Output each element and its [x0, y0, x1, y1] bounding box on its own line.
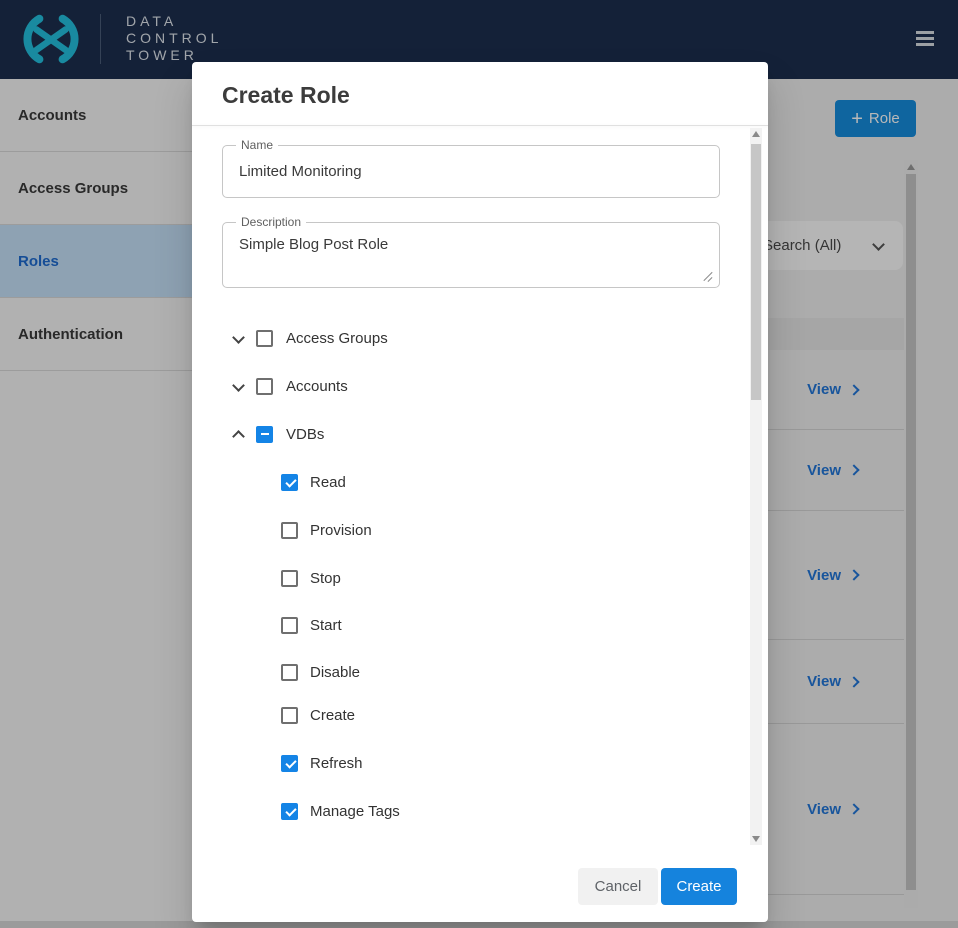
dialog-footer: Cancel Create — [192, 868, 768, 922]
tree-item-create[interactable]: Create — [281, 703, 355, 727]
accounts-checkbox[interactable] — [256, 378, 273, 395]
tree-item-start[interactable]: Start — [281, 613, 342, 637]
disable-checkbox[interactable] — [281, 664, 298, 681]
description-field-label: Description — [236, 215, 306, 229]
provision-checkbox[interactable] — [281, 522, 298, 539]
tree-item-vdbs[interactable]: VDBs — [234, 422, 324, 446]
create-button[interactable]: Create — [661, 868, 737, 905]
name-field-value: Limited Monitoring — [239, 163, 362, 180]
tree-item-label: Accounts — [286, 378, 348, 395]
start-checkbox[interactable] — [281, 617, 298, 634]
expand-chevron-down-icon[interactable] — [232, 379, 245, 392]
name-field-label: Name — [236, 138, 278, 152]
description-field[interactable]: Description Simple Blog Post Role — [222, 222, 720, 288]
vdbs-checkbox[interactable] — [256, 426, 273, 443]
dialog-scrollbar[interactable] — [750, 128, 762, 845]
tree-item-label: Disable — [310, 664, 360, 681]
create-checkbox[interactable] — [281, 707, 298, 724]
dialog-scrollbar-thumb[interactable] — [751, 144, 761, 400]
textarea-resize-icon[interactable] — [703, 271, 714, 282]
tree-item-label: Stop — [310, 570, 341, 587]
tree-item-provision[interactable]: Provision — [281, 518, 372, 542]
dialog-header-divider — [192, 125, 768, 126]
description-field-value: Simple Blog Post Role — [239, 236, 388, 253]
tree-item-label: Create — [310, 707, 355, 724]
refresh-checkbox[interactable] — [281, 755, 298, 772]
tree-item-label: Refresh — [310, 755, 363, 772]
tree-item-label: Manage Tags — [310, 803, 400, 820]
access-groups-checkbox[interactable] — [256, 330, 273, 347]
cancel-button[interactable]: Cancel — [578, 868, 658, 905]
tree-item-label: VDBs — [286, 426, 324, 443]
stop-checkbox[interactable] — [281, 570, 298, 587]
scroll-up-icon[interactable] — [752, 131, 760, 137]
tree-item-stop[interactable]: Stop — [281, 566, 341, 590]
create-role-dialog: Create Role Name Limited Monitoring Desc… — [192, 62, 768, 922]
read-checkbox[interactable] — [281, 474, 298, 491]
tree-item-label: Start — [310, 617, 342, 634]
tree-item-label: Read — [310, 474, 346, 491]
collapse-chevron-up-icon[interactable] — [232, 430, 245, 443]
dialog-title: Create Role — [222, 82, 350, 109]
tree-item-refresh[interactable]: Refresh — [281, 751, 363, 775]
tree-item-accounts[interactable]: Accounts — [234, 374, 348, 398]
tree-item-label: Access Groups — [286, 330, 388, 347]
tree-item-manage-tags[interactable]: Manage Tags — [281, 799, 400, 823]
tree-item-disable[interactable]: Disable — [281, 660, 360, 684]
expand-chevron-down-icon[interactable] — [232, 331, 245, 344]
scroll-down-icon[interactable] — [752, 836, 760, 842]
manage-tags-checkbox[interactable] — [281, 803, 298, 820]
tree-item-read[interactable]: Read — [281, 470, 346, 494]
name-field[interactable]: Name Limited Monitoring — [222, 145, 720, 198]
tree-item-access-groups[interactable]: Access Groups — [234, 326, 388, 350]
tree-item-label: Provision — [310, 522, 372, 539]
